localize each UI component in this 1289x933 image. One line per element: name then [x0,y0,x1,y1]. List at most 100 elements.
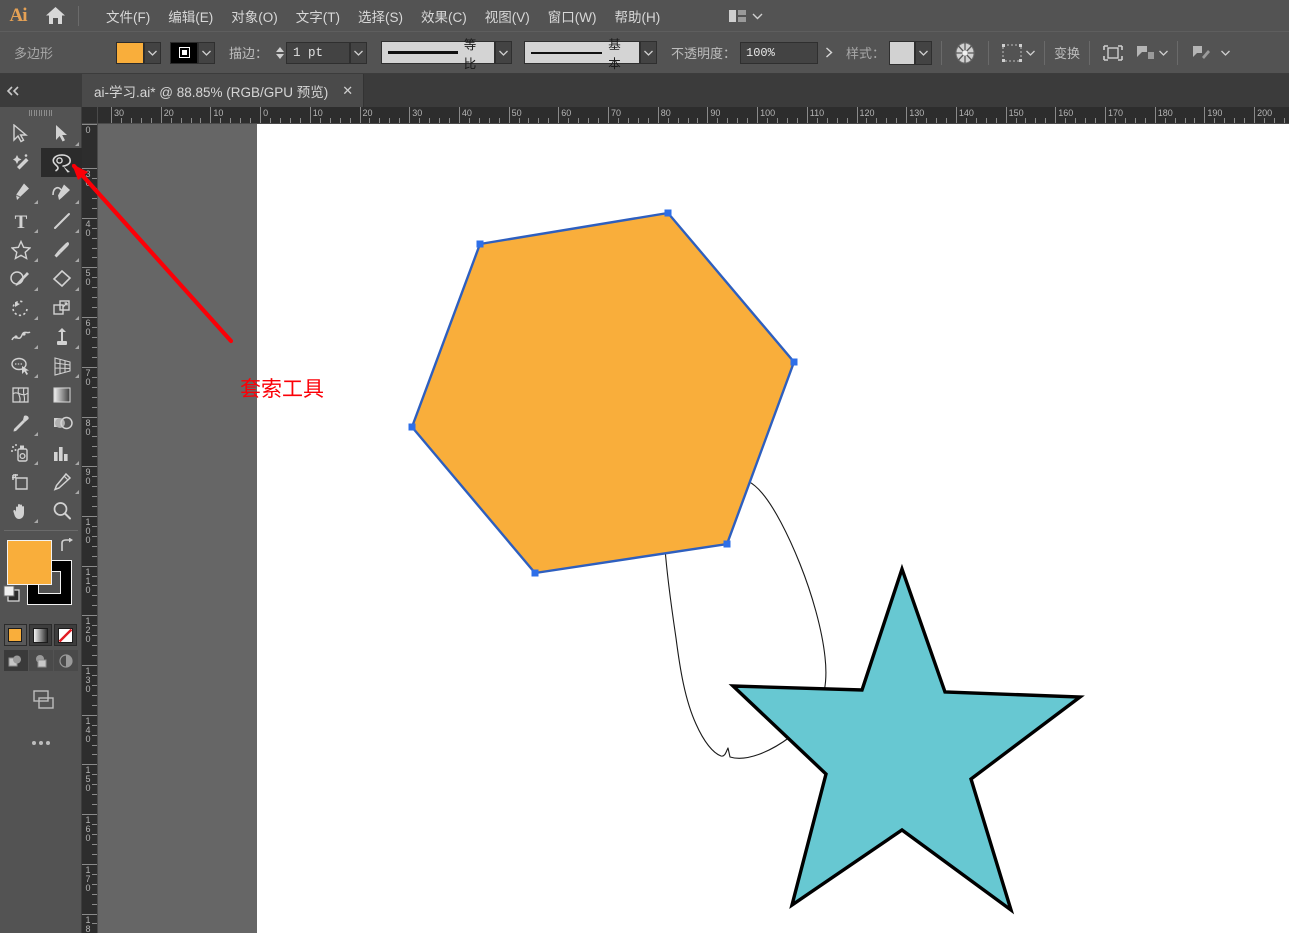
pen-tool[interactable] [0,177,41,206]
document-setup-icon[interactable] [1187,40,1215,66]
curvature-tool[interactable] [41,177,82,206]
default-fill-stroke-icon[interactable] [2,584,22,609]
stroke-weight-stepper[interactable] [274,45,286,61]
toolbar-fill-swatch[interactable] [7,540,52,585]
horizontal-ruler[interactable]: 30 20 10 0 10 20 30 40 50 60 70 80 90 100 110 120 130 140… [98,107,1289,124]
change-screen-mode-icon[interactable] [0,683,82,717]
gradient-tool[interactable] [41,380,82,409]
select-similar-control[interactable] [1131,40,1169,66]
menu-item-window[interactable]: 窗口(W) [539,1,606,31]
gradient-button[interactable] [28,624,53,646]
flyout-indicator [34,287,38,291]
magic-wand-tool[interactable] [0,148,41,177]
opacity-input[interactable]: 100% [740,41,819,64]
swap-fill-stroke-icon[interactable] [58,537,74,558]
color-swatch-button[interactable] [3,624,27,646]
direct-selection-tool[interactable] [41,119,82,148]
select-similar-objects-icon[interactable] [1131,40,1159,66]
close-icon[interactable]: ✕ [342,83,353,99]
perspective-grid-tool[interactable] [41,351,82,380]
chevron-down-icon[interactable] [1221,50,1231,56]
line-segment-tool[interactable] [41,206,82,235]
slice-tool[interactable] [41,467,82,496]
isolate-selected-icon[interactable] [1099,40,1127,66]
blend-tool[interactable] [41,409,82,438]
stroke-swatch[interactable] [170,41,198,64]
star-shape[interactable] [728,563,1085,915]
mesh-tool[interactable] [0,380,41,409]
none-button[interactable] [54,624,78,646]
eyedropper-tool[interactable] [0,409,41,438]
vertical-ruler[interactable]: 0304050607080901001101201301401501601701… [82,124,98,933]
drag-grip-icon[interactable] [0,107,81,119]
align-control[interactable] [998,40,1036,66]
graphic-style-control[interactable] [889,40,933,65]
stroke-weight-control[interactable]: 1 pt [274,41,368,64]
transform-button[interactable]: 变换 [1054,43,1080,62]
symbol-sprayer-tool[interactable] [0,438,41,467]
brush-definition-caret[interactable] [640,41,658,64]
width-tool[interactable] [0,322,41,351]
fill-dropdown-caret[interactable] [144,41,161,64]
menu-item-effect[interactable]: 效果(C) [412,1,476,31]
stroke-dropdown-caret[interactable] [198,41,215,64]
fill-color-control[interactable] [116,41,161,64]
variable-width-profile-control[interactable]: 等比 [381,38,513,71]
canvas-area[interactable] [98,124,1289,933]
graphic-style-swatch[interactable] [889,40,916,65]
opacity-control[interactable]: 100% [740,41,840,64]
draw-inside-button[interactable] [53,650,78,671]
shape-builder-tool[interactable] [0,351,41,380]
shape-star-tool[interactable] [0,235,41,264]
recolor-artwork-icon[interactable] [951,40,979,66]
document-setup-control[interactable] [1187,40,1231,66]
column-graph-tool[interactable] [41,438,82,467]
draw-behind-button[interactable] [28,650,53,671]
workspace-switcher[interactable] [728,0,763,31]
variable-width-preview[interactable]: 等比 [381,38,496,71]
menu-item-view[interactable]: 视图(V) [476,1,539,31]
stroke-color-control[interactable] [170,41,215,64]
free-transform-tool[interactable] [41,322,82,351]
chevron-down-icon[interactable] [1159,50,1169,56]
menu-item-edit[interactable]: 编辑(E) [159,1,222,31]
zoom-tool[interactable] [41,496,82,525]
document-tab[interactable]: ai-学习.ai* @ 88.85% (RGB/GPU 预览) ✕ [82,74,365,107]
artboard-tool[interactable] [0,467,41,496]
collapse-panel-double-arrow-icon[interactable] [0,74,82,107]
ruler-label: 90 [85,467,91,487]
brush-definition-control[interactable]: 基本 [524,38,658,71]
menu-item-file[interactable]: 文件(F) [97,1,159,31]
ruler-label: 160 [85,815,91,844]
variable-width-caret[interactable] [495,41,513,64]
draw-normal-button[interactable] [3,650,28,671]
hand-tool[interactable] [0,496,41,525]
polygon-hexagon-shape[interactable] [410,211,796,575]
type-tool[interactable]: T [0,206,41,235]
rotate-tool[interactable] [0,293,41,322]
ruler-label: 170 [85,864,91,893]
menu-item-type[interactable]: 文字(T) [287,1,349,31]
brush-definition-preview[interactable]: 基本 [524,38,641,71]
edit-toolbar-ellipsis-icon[interactable] [0,729,82,757]
scale-tool[interactable] [41,293,82,322]
home-icon[interactable] [36,0,74,31]
menu-item-select[interactable]: 选择(S) [349,1,412,31]
flyout-indicator [34,519,38,523]
align-icon[interactable] [998,40,1026,66]
graphic-style-caret[interactable] [915,40,933,65]
chevron-down-icon[interactable] [1026,50,1036,56]
chevron-down-icon [919,50,929,56]
selection-tool[interactable] [0,119,41,148]
stroke-weight-input[interactable]: 1 pt [286,41,351,64]
menu-item-object[interactable]: 对象(O) [222,1,287,31]
ruler-corner[interactable] [82,107,98,124]
lasso-tool[interactable] [41,148,82,177]
paintbrush-tool[interactable] [41,235,82,264]
menu-item-help[interactable]: 帮助(H) [605,1,669,31]
opacity-expand-arrow[interactable] [818,47,840,58]
stroke-weight-caret[interactable] [350,41,368,64]
eraser-tool[interactable] [41,264,82,293]
fill-swatch[interactable] [116,41,144,64]
shaper-tool[interactable] [0,264,41,293]
